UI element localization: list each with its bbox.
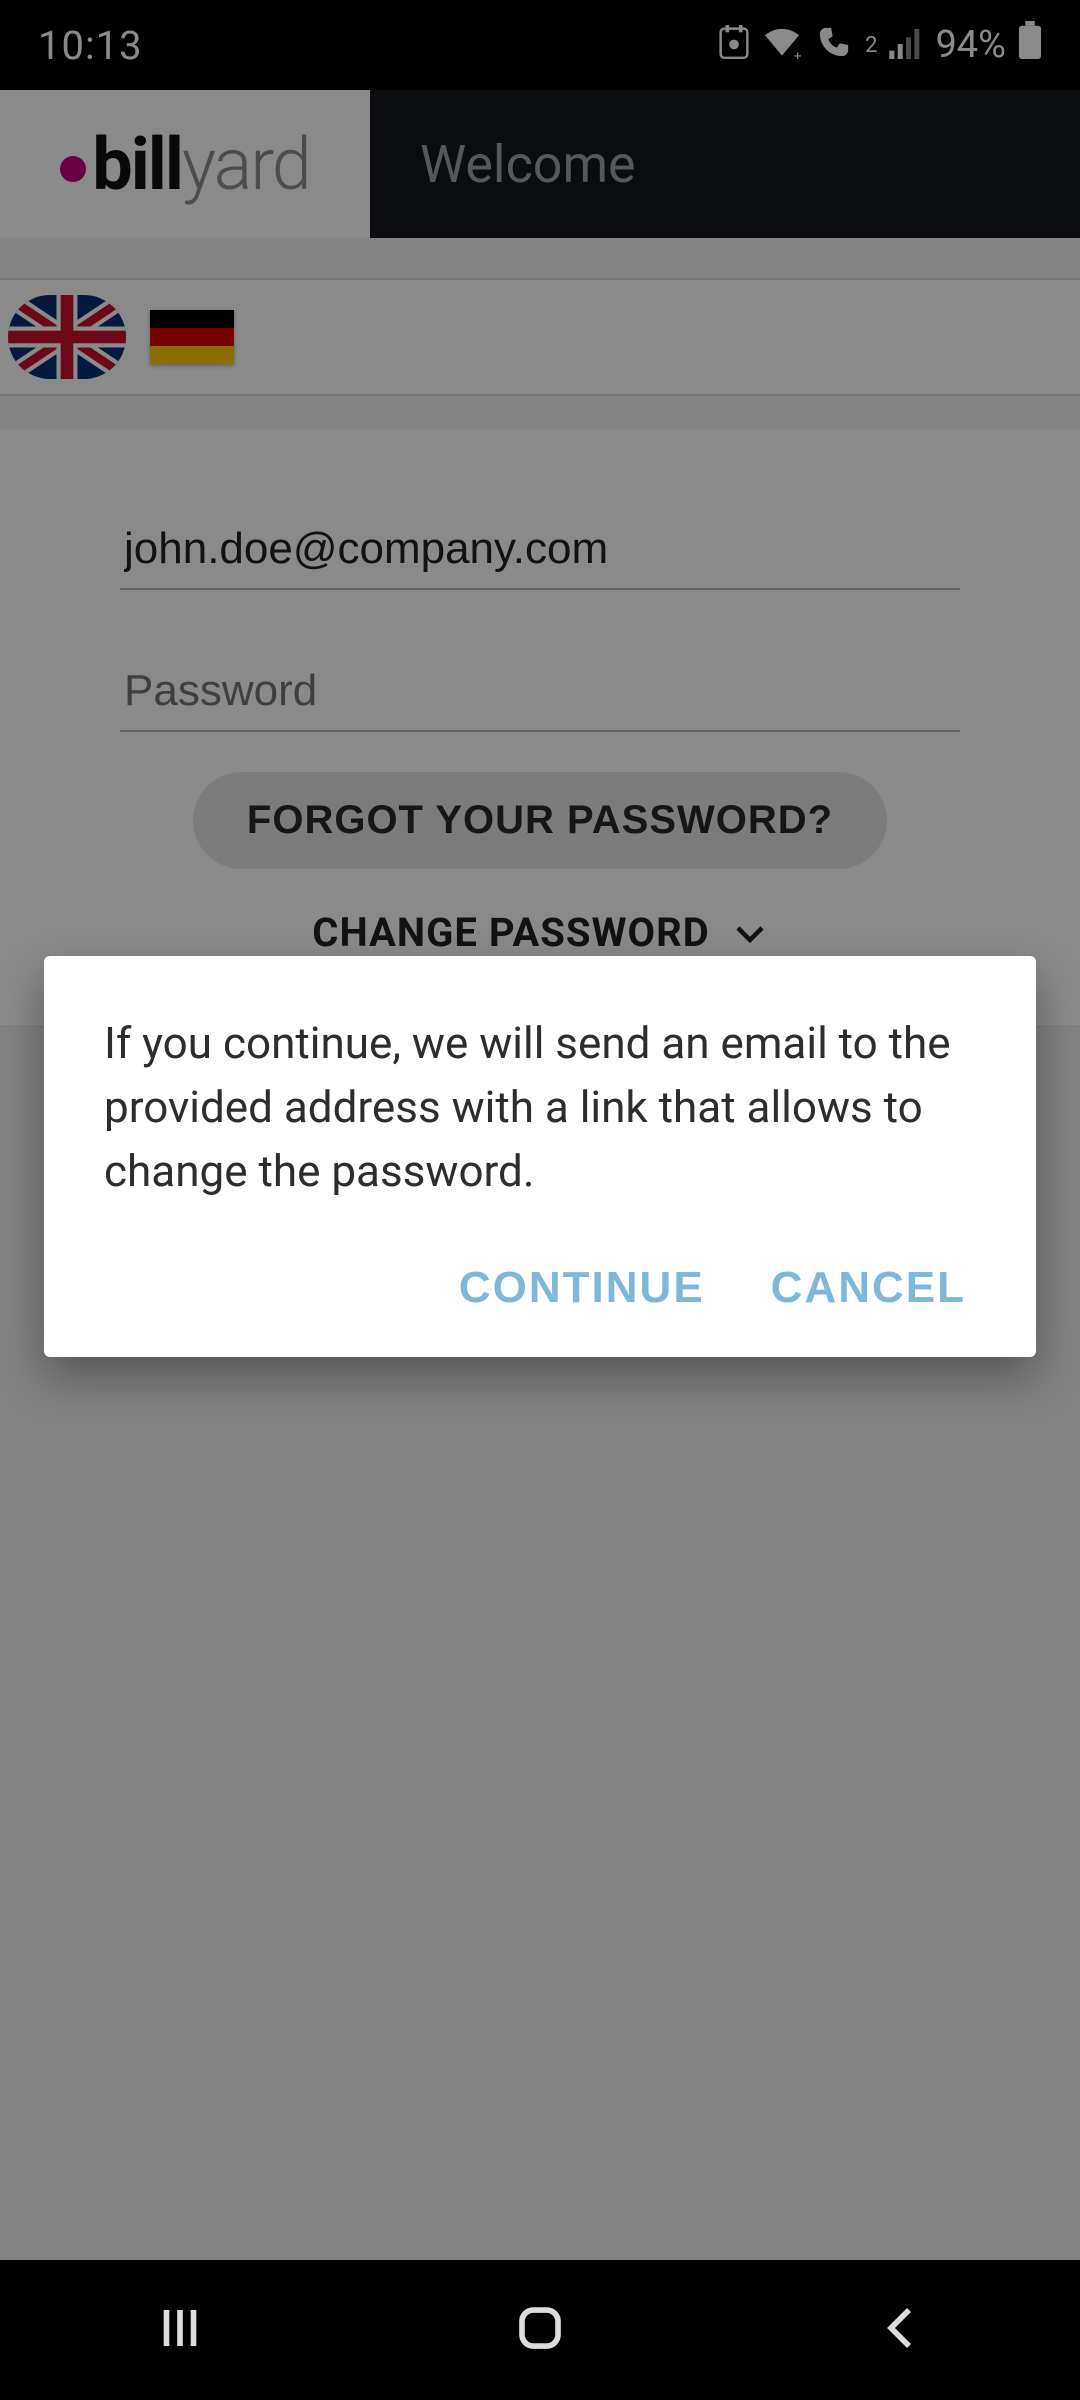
cancel-button[interactable]: CANCEL: [771, 1263, 966, 1313]
android-nav-bar: [0, 2260, 1080, 2400]
continue-button[interactable]: CONTINUE: [459, 1263, 705, 1313]
dialog-message: If you continue, we will send an email t…: [104, 1012, 976, 1203]
confirm-dialog: If you continue, we will send an email t…: [44, 956, 1036, 1357]
home-button[interactable]: [513, 2301, 567, 2359]
back-button[interactable]: [873, 2301, 927, 2359]
recents-button[interactable]: [153, 2301, 207, 2359]
